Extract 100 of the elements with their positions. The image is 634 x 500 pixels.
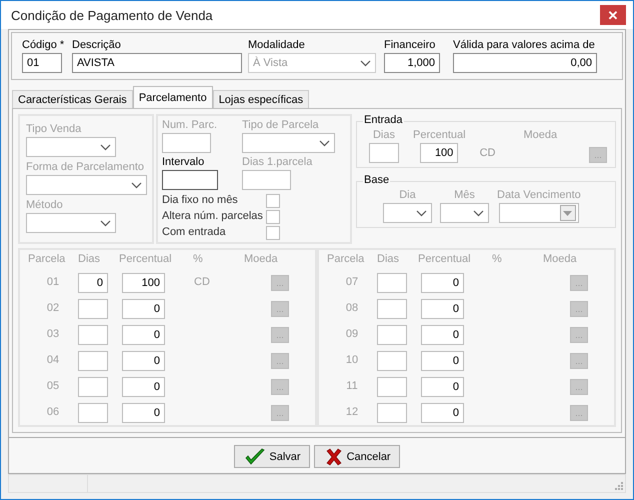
field-label: Financeiro (384, 38, 436, 54)
close-button[interactable]: ✕ (600, 5, 626, 26)
field-label: Intervalo (162, 155, 204, 170)
field-label: Válida para valores acima de (453, 38, 595, 54)
input-field[interactable] (377, 350, 407, 371)
input-field[interactable] (78, 298, 108, 319)
tab[interactable]: Características Gerais (12, 90, 133, 108)
input-field[interactable] (369, 143, 399, 164)
field-label: Descrição (72, 38, 121, 54)
input-field[interactable] (242, 170, 291, 190)
installment-number: 05 (46, 379, 60, 394)
input-field[interactable]: 0,00 (453, 53, 597, 74)
input-field[interactable]: 0 (421, 272, 464, 293)
cross-icon (324, 448, 343, 466)
field-label: Dias (372, 128, 395, 144)
field-label: Forma de Parcelamento (26, 160, 144, 176)
input-field[interactable]: 0 (421, 298, 464, 319)
installment-number: 01 (46, 275, 60, 290)
currency-code: CD (194, 275, 211, 290)
checkbox-label: Altera núm. parcelas (162, 209, 263, 224)
input-field[interactable] (377, 298, 407, 319)
dropdown[interactable] (26, 137, 116, 158)
group-title: Base (363, 174, 390, 186)
currency-code: CD (480, 146, 496, 162)
field-label: Dias 1.parcela (242, 155, 312, 170)
input-field[interactable]: 0 (122, 324, 165, 345)
input-field[interactable]: 0 (421, 376, 464, 397)
field-label: Mês (454, 188, 475, 204)
input-field[interactable] (377, 272, 407, 293)
dropdown[interactable] (26, 175, 147, 196)
dropdown[interactable] (383, 203, 432, 224)
group-title: Entrada (363, 114, 404, 126)
input-field[interactable]: 100 (122, 272, 165, 293)
input-field[interactable] (377, 376, 407, 397)
input-field[interactable]: AVISTA (72, 53, 242, 74)
input-field[interactable]: 0 (421, 350, 464, 371)
installment-number: 07 (344, 275, 360, 290)
installment-number: 09 (344, 327, 360, 342)
input-field[interactable] (162, 133, 211, 154)
input-field[interactable] (78, 376, 108, 397)
input-field[interactable] (377, 324, 407, 345)
tab[interactable]: Lojas específicas (212, 90, 310, 108)
input-field[interactable]: 1,000 (384, 53, 440, 74)
chevron-icon (100, 144, 111, 151)
input-field[interactable]: 01 (22, 53, 62, 74)
chevron-icon (473, 210, 484, 217)
dropdown[interactable] (242, 133, 335, 154)
dropdown[interactable] (440, 203, 489, 224)
field-label: Moeda (523, 128, 558, 144)
field-label: Num. Parc. (162, 118, 218, 134)
input-field[interactable]: 0 (122, 350, 165, 371)
input-field[interactable]: 0 (421, 324, 464, 345)
field-label: Método (26, 198, 63, 214)
window-title: Condição de Pagamento de Venda (11, 8, 213, 23)
column-header: Moeda (244, 252, 279, 268)
tab[interactable]: Parcelamento (132, 86, 213, 108)
field-label: Modalidade (248, 38, 305, 54)
column-header: % (193, 252, 204, 268)
chevron-icon (100, 220, 111, 227)
installment-number: 03 (46, 327, 60, 342)
input-field[interactable] (377, 402, 407, 423)
column-header: Moeda (543, 252, 578, 268)
column-header: Dias (78, 252, 102, 268)
input-field[interactable] (78, 324, 108, 345)
checkbox[interactable] (266, 226, 280, 240)
field-label: Tipo de Parcela (242, 118, 319, 134)
input-field[interactable] (78, 350, 108, 371)
installment-number: 12 (344, 405, 360, 420)
chevron-icon (319, 140, 330, 147)
checkbox[interactable] (266, 210, 280, 224)
column-header: Percentual (418, 252, 472, 268)
input-field[interactable] (162, 170, 218, 190)
date-picker[interactable] (498, 203, 579, 224)
input-field[interactable]: 0 (122, 298, 165, 319)
installment-number: 10 (344, 353, 360, 368)
checkbox-label: Com entrada (162, 225, 226, 240)
field-label: Código * (22, 38, 64, 54)
checkmark-icon (245, 448, 266, 466)
save-button[interactable]: Salvar (234, 445, 310, 468)
chevron-icon (360, 60, 371, 67)
checkbox[interactable] (266, 194, 280, 208)
input-field[interactable]: 0 (421, 402, 464, 423)
column-header: Parcela (327, 252, 366, 268)
input-field[interactable]: 0 (78, 272, 108, 293)
column-header: % (492, 252, 503, 268)
installment-number: 06 (46, 405, 60, 420)
dropdown[interactable] (26, 213, 116, 234)
input-field[interactable]: 100 (420, 143, 458, 164)
field-label: Dia (399, 188, 416, 204)
installment-number: 11 (345, 379, 359, 394)
input-field[interactable]: 0 (122, 376, 165, 397)
field-label: Percentual (413, 128, 466, 144)
chevron-icon (131, 182, 142, 189)
input-field[interactable]: 0 (122, 402, 165, 423)
input-field[interactable] (78, 402, 108, 423)
installment-number: 02 (46, 301, 60, 316)
field-label: Tipo Venda (26, 122, 82, 138)
column-header: Parcela (28, 252, 66, 268)
cancel-button[interactable]: Cancelar (314, 445, 400, 468)
installment-number: 08 (344, 301, 360, 316)
